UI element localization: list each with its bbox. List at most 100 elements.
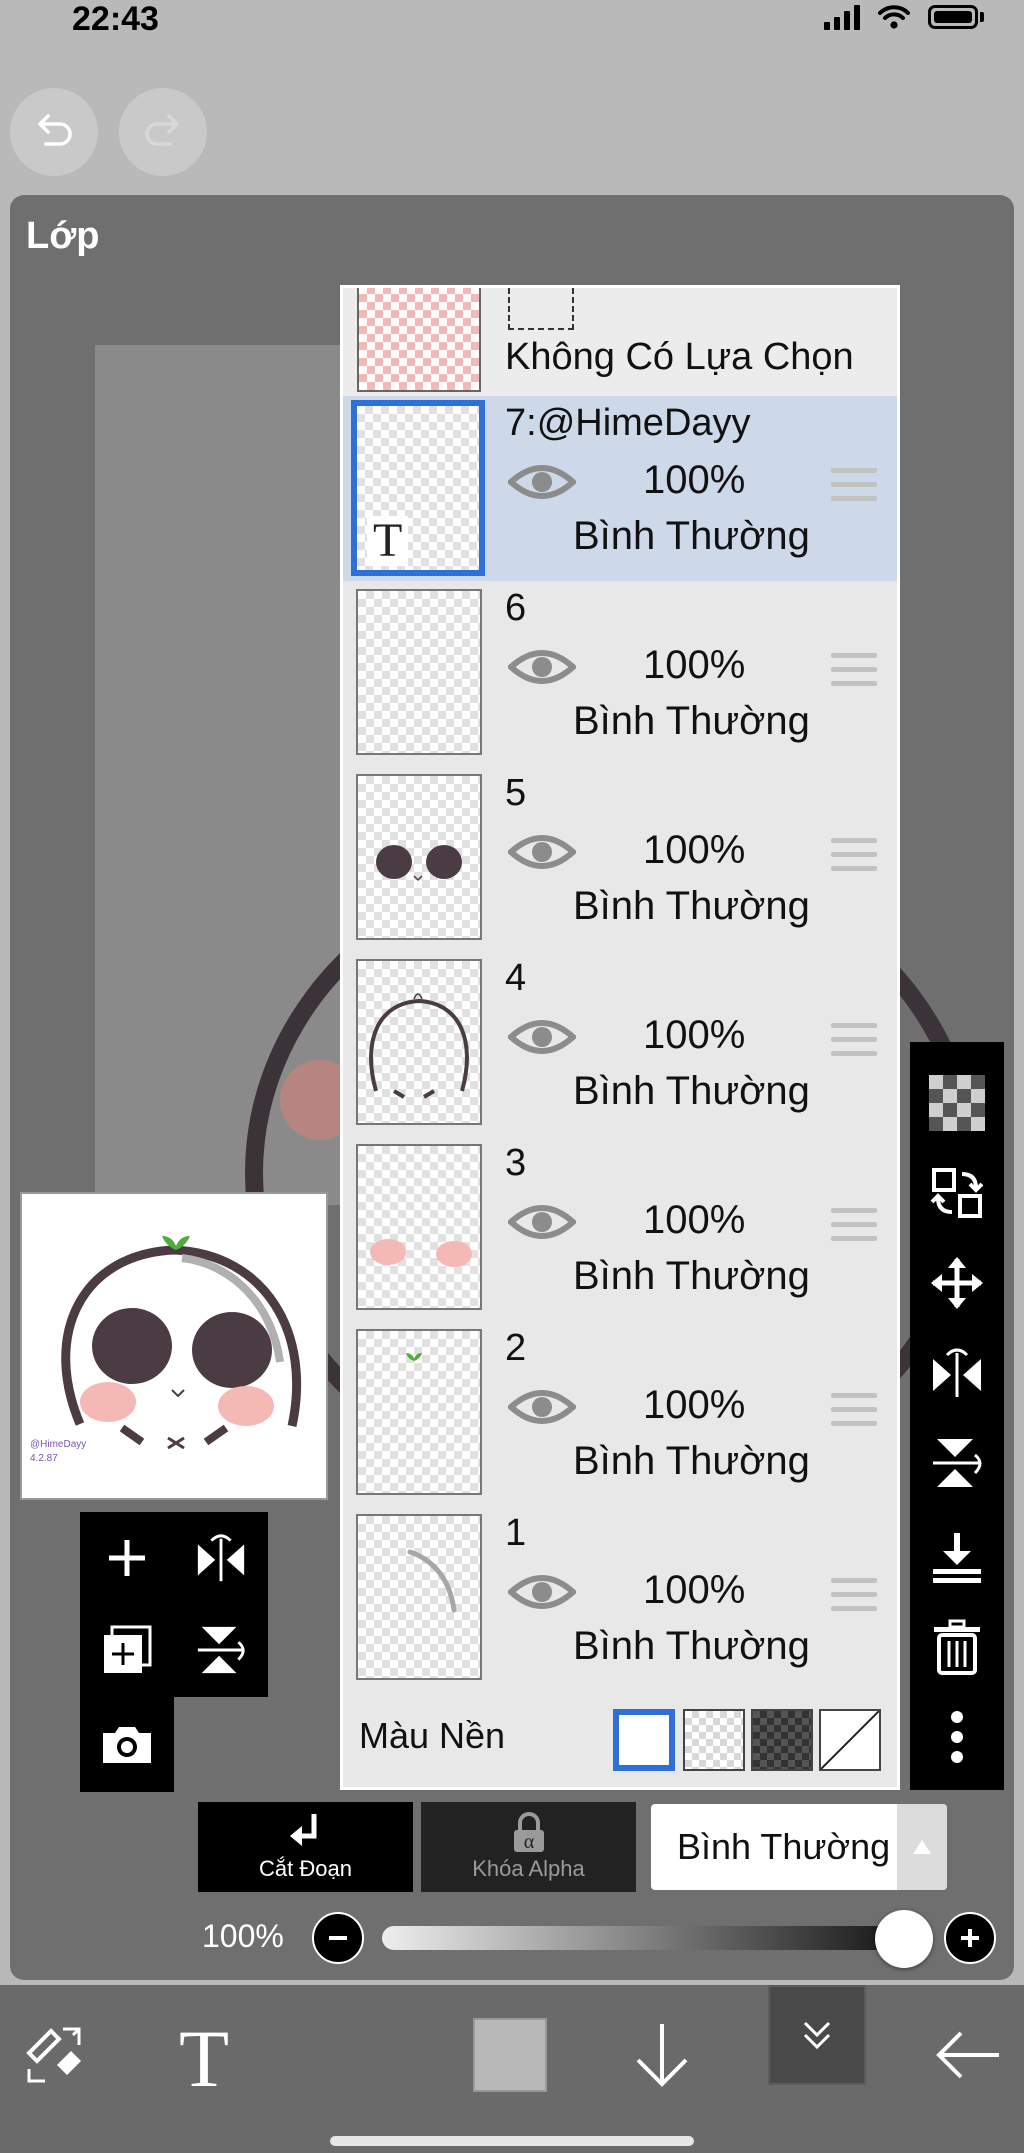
selection-marquee-icon (508, 288, 574, 330)
bg-swatch-white[interactable] (613, 1709, 675, 1771)
drag-handle-icon[interactable] (831, 838, 877, 880)
redo-icon (145, 114, 179, 146)
layer-row-4[interactable]: 4 100% Bình Thường (343, 951, 897, 1139)
transparency-button[interactable] (910, 1058, 1004, 1148)
flip-vertical-icon (197, 1626, 245, 1674)
layer-blend-mode: Bình Thường (573, 1624, 810, 1668)
move-button[interactable] (910, 1238, 1004, 1328)
wifi-icon (878, 5, 910, 29)
flip-vertical-button[interactable] (910, 1418, 1004, 1508)
home-indicator (330, 2136, 694, 2146)
undo-icon (38, 114, 72, 146)
canvas-preview[interactable]: @HimeDayy 4.2.87 (20, 1192, 328, 1500)
layer-opacity: 100% (643, 828, 746, 872)
layer-list[interactable]: Không Có Lựa Chọn T 7:@HimeDayy 100% Bìn… (340, 285, 900, 1790)
move-icon (931, 1257, 983, 1309)
blend-mode-value: Bình Thường (677, 1826, 891, 1867)
layer-thumbnail: T (351, 400, 485, 576)
drag-handle-icon[interactable] (831, 1023, 877, 1065)
plus-icon (961, 1929, 979, 1947)
color-swatch-button[interactable] (460, 2005, 560, 2105)
bottom-toolbar: T (0, 1985, 1024, 2153)
minus-icon (329, 1936, 347, 1940)
layer-name: 5 (505, 772, 527, 814)
collapse-panel-button[interactable] (768, 1985, 866, 2085)
drag-handle-icon[interactable] (831, 1393, 877, 1435)
drag-handle-icon[interactable] (831, 653, 877, 695)
layer-blend-mode: Bình Thường (573, 699, 810, 743)
svg-text:T: T (179, 2018, 229, 2092)
right-toolbar (910, 1042, 1004, 1790)
more-button[interactable] (910, 1692, 1004, 1782)
visibility-eye-icon[interactable] (508, 1570, 576, 1614)
current-color-swatch (473, 2018, 547, 2092)
layer-row-2[interactable]: 2 100% Bình Thường (343, 1321, 897, 1509)
layer-row-7[interactable]: T 7:@HimeDayy 100% Bình Thường (343, 396, 897, 584)
layer-opacity: 100% (643, 643, 746, 687)
blend-mode-arrow[interactable] (897, 1804, 947, 1890)
drag-handle-icon[interactable] (831, 1578, 877, 1620)
flip-horizontal-button[interactable] (910, 1328, 1004, 1418)
triangle-up-icon (913, 1840, 931, 1854)
clipping-icon (289, 1814, 316, 1846)
opacity-increase-button[interactable] (944, 1912, 996, 1964)
undo-button[interactable] (10, 88, 98, 176)
more-icon (951, 1711, 963, 1763)
trash-icon (934, 1619, 980, 1675)
drag-handle-icon[interactable] (831, 468, 877, 510)
clipping-button[interactable]: Cắt Đoạn (198, 1802, 413, 1892)
move-down-button[interactable] (612, 2005, 712, 2105)
lock-alpha-icon: α (513, 1812, 544, 1853)
flip-layer-horizontal-button[interactable] (174, 1512, 268, 1604)
visibility-eye-icon[interactable] (508, 460, 576, 504)
layer-opacity: 100% (643, 1013, 746, 1057)
visibility-eye-icon[interactable] (508, 1200, 576, 1244)
drag-handle-icon[interactable] (831, 1208, 877, 1250)
flip-layer-vertical-button[interactable] (174, 1604, 268, 1696)
battery-icon (928, 5, 978, 29)
layer-blend-mode: Bình Thường (573, 884, 810, 928)
opacity-decrease-button[interactable] (312, 1912, 364, 1964)
layer-row-1[interactable]: 1 100% Bình Thường (343, 1506, 897, 1694)
layer-name: 3 (505, 1142, 527, 1184)
bg-swatch-none[interactable] (819, 1709, 881, 1771)
layer-row-6[interactable]: 6 100% Bình Thường (343, 581, 897, 769)
visibility-eye-icon[interactable] (508, 1385, 576, 1429)
watermark-line-2: 4.2.87 (30, 1453, 58, 1464)
opacity-slider-track[interactable] (382, 1926, 912, 1950)
layer-name: 6 (505, 587, 527, 629)
transform-button[interactable] (910, 1148, 1004, 1238)
layer-thumbnail (356, 589, 482, 755)
visibility-eye-icon[interactable] (508, 1015, 576, 1059)
layer-name: 4 (505, 957, 527, 999)
tool-swap-button[interactable] (6, 2005, 106, 2105)
text-tool-button[interactable]: T (154, 2005, 254, 2105)
background-color-row: Màu Nền (343, 1691, 897, 1787)
visibility-eye-icon[interactable] (508, 645, 576, 689)
visibility-eye-icon[interactable] (508, 830, 576, 874)
bg-swatch-transparent-dark[interactable] (751, 1709, 813, 1771)
svg-text:α: α (523, 1831, 534, 1853)
add-layer-icon (109, 1540, 145, 1576)
layer-row-3[interactable]: 3 100% Bình Thường (343, 1136, 897, 1324)
import-photo-button[interactable] (80, 1698, 174, 1790)
clipping-label: Cắt Đoạn (259, 1856, 352, 1881)
delete-layer-button[interactable] (910, 1602, 1004, 1692)
add-layer-button[interactable] (80, 1512, 174, 1604)
layer-thumbnail (356, 959, 482, 1125)
text-layer-icon: T (367, 516, 409, 566)
status-bar: 22:43 (0, 0, 1024, 50)
flip-vertical-icon (933, 1439, 982, 1487)
redo-button[interactable] (119, 88, 207, 176)
blend-mode-select[interactable]: Bình Thường (651, 1804, 947, 1890)
selection-layer-row[interactable]: Không Có Lựa Chọn (343, 288, 897, 399)
merge-down-button[interactable] (910, 1512, 1004, 1602)
layer-row-5[interactable]: 5 100% Bình Thường (343, 766, 897, 954)
bg-swatch-transparent-light[interactable] (683, 1709, 745, 1771)
alpha-lock-button[interactable]: α Khóa Alpha (421, 1802, 636, 1892)
layer-name: 1 (505, 1512, 527, 1554)
opacity-slider-thumb[interactable] (875, 1910, 933, 1968)
duplicate-layer-button[interactable] (80, 1604, 174, 1696)
back-button[interactable] (918, 2005, 1018, 2105)
watermark-line-1: @HimeDayy (30, 1439, 87, 1450)
